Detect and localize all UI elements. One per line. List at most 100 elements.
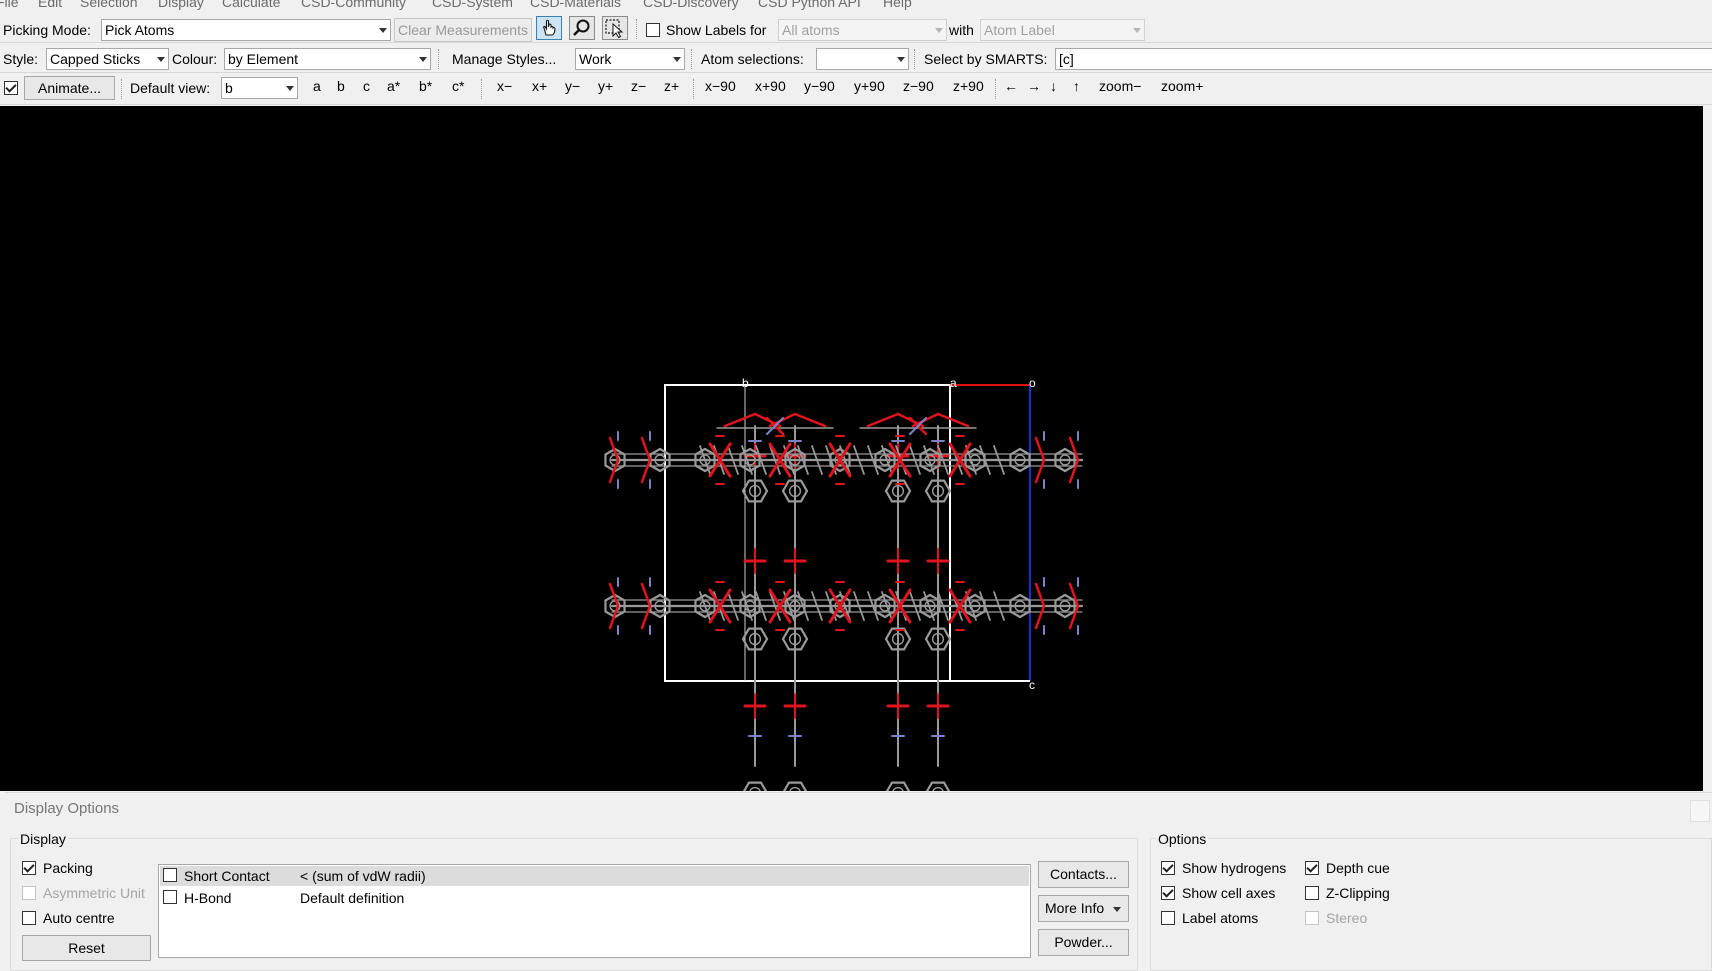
smarts-value: [c] [1059, 51, 1074, 67]
menu-csd-python-api[interactable]: CSD Python API [758, 0, 861, 10]
rotate-z-plus-button[interactable]: z+ [664, 78, 679, 94]
h-bond-checkbox[interactable] [163, 890, 177, 904]
rotate-y-plus-90-button[interactable]: y+90 [854, 78, 885, 94]
style-select[interactable]: Capped Sticks [46, 48, 169, 70]
show-labels-select[interactable]: All atoms [778, 19, 947, 41]
packing-checkbox[interactable] [22, 861, 36, 875]
panel-close-button[interactable] [1690, 800, 1710, 822]
menu-csd-community[interactable]: CSD-Community [301, 0, 406, 10]
view-c-button[interactable]: c [363, 78, 370, 94]
rotate-y-minus-90-button[interactable]: y−90 [804, 78, 835, 94]
short-contact-definition[interactable]: < (sum of vdW radii) [300, 867, 426, 885]
bond-stick [759, 479, 769, 493]
arrow-down-icon[interactable]: ↓ [1050, 78, 1057, 94]
arrow-up-icon[interactable]: ↑ [1073, 78, 1080, 94]
asymmetric-unit-checkbox[interactable] [22, 886, 36, 900]
pick-hand-button[interactable] [536, 16, 562, 40]
toolbar-separator [995, 79, 997, 99]
default-view-select[interactable]: b [221, 77, 298, 99]
bond-stick [884, 637, 894, 651]
select-cursor-button[interactable] [602, 16, 628, 40]
menu-selection[interactable]: Selection [80, 0, 138, 10]
work-value: Work [579, 51, 612, 67]
more-info-button[interactable]: More Info [1038, 895, 1129, 922]
view-a-star-button[interactable]: a* [387, 78, 400, 94]
rotate-z-plus-90-button[interactable]: z+90 [953, 78, 984, 94]
bond-stick [741, 489, 751, 503]
menu-edit[interactable]: Edit [38, 0, 62, 10]
rotate-x-plus-button[interactable]: x+ [532, 78, 547, 94]
rotate-x-plus-90-button[interactable]: x+90 [755, 78, 786, 94]
menu-file[interactable]: File [0, 0, 19, 10]
animate-checkbox[interactable] [4, 81, 18, 95]
short-contact-checkbox[interactable] [163, 868, 177, 882]
contacts-button[interactable]: Contacts... [1038, 861, 1129, 888]
animate-button[interactable]: Animate... [24, 76, 115, 100]
bond-stick [741, 627, 751, 641]
h-bond-name[interactable]: H-Bond [184, 889, 231, 907]
stereo-checkbox[interactable] [1305, 911, 1319, 925]
picking-mode-select[interactable]: Pick Atoms [101, 19, 391, 41]
colour-value: by Element [228, 51, 299, 67]
menu-csd-materials[interactable]: CSD-Materials [530, 0, 621, 10]
view-c-star-button[interactable]: c* [452, 78, 464, 94]
toolbar-separator [121, 79, 123, 99]
show-labels-checkbox[interactable] [646, 23, 660, 37]
powder-button[interactable]: Powder... [1038, 929, 1129, 956]
smarts-label: Select by SMARTS: [924, 51, 1048, 67]
manage-styles-button[interactable]: Manage Styles... [452, 50, 556, 68]
z-clipping-checkbox[interactable] [1305, 886, 1319, 900]
arrow-right-icon[interactable]: → [1027, 78, 1041, 94]
menu-display[interactable]: Display [158, 0, 204, 10]
bond-stick [924, 627, 934, 641]
menu-calculate[interactable]: Calculate [222, 0, 280, 10]
label-type-select[interactable]: Atom Label [980, 19, 1145, 41]
auto-centre-checkbox[interactable] [22, 911, 36, 925]
chevron-down-icon [379, 28, 387, 33]
depth-cue-checkbox[interactable] [1305, 861, 1319, 875]
zoom-out-button[interactable]: zoom− [1099, 78, 1141, 94]
work-select[interactable]: Work [575, 48, 685, 70]
menu-csd-system[interactable]: CSD-System [432, 0, 513, 10]
label-atoms-checkbox[interactable] [1161, 911, 1175, 925]
list-item-selected [160, 866, 1029, 886]
bond-stick [799, 479, 809, 493]
bond-stick [884, 781, 894, 795]
clear-measurements-button[interactable]: Clear Measurements [394, 18, 532, 42]
toolbar-separator [636, 19, 638, 39]
reset-button[interactable]: Reset [22, 935, 151, 961]
bond-stick [924, 489, 934, 503]
zoom-in-button[interactable]: zoom+ [1161, 78, 1203, 94]
bond-stick [723, 412, 757, 428]
menu-csd-discovery[interactable]: CSD-Discovery [643, 0, 739, 10]
show-cell-axes-checkbox[interactable] [1161, 886, 1175, 900]
arrow-left-icon[interactable]: ← [1004, 78, 1018, 94]
structure-viewer[interactable]: b a o c [0, 106, 1703, 864]
smarts-input[interactable]: [c] [1055, 48, 1712, 70]
rotate-x-minus-button[interactable]: x− [497, 78, 512, 94]
view-b-star-button[interactable]: b* [419, 78, 432, 94]
show-hydrogens-checkbox[interactable] [1161, 861, 1175, 875]
rotate-z-minus-90-button[interactable]: z−90 [903, 78, 934, 94]
contacts-list[interactable] [158, 864, 1031, 958]
zoom-magnifier-button[interactable] [569, 16, 595, 40]
colour-select[interactable]: by Element [224, 48, 431, 70]
rotate-z-minus-button[interactable]: z− [631, 78, 646, 94]
view-b-button[interactable]: b [337, 78, 345, 94]
view-a-button[interactable]: a [313, 78, 321, 94]
crystal-structure-canvas[interactable]: b a o c [0, 106, 1703, 864]
packing-label: Packing [43, 860, 93, 876]
bond-stick [741, 637, 751, 651]
depth-cue-label: Depth cue [1326, 860, 1390, 876]
rotate-y-minus-button[interactable]: y− [565, 78, 580, 94]
default-view-label: Default view: [130, 80, 211, 96]
short-contact-name[interactable]: Short Contact [184, 867, 270, 885]
h-bond-definition[interactable]: Default definition [300, 889, 404, 907]
menu-help[interactable]: Help [883, 0, 912, 10]
viewer-scrollbar[interactable] [1703, 106, 1712, 791]
options-group-title: Options [1156, 830, 1209, 848]
rotate-x-minus-90-button[interactable]: x−90 [705, 78, 736, 94]
atom-selections-select[interactable] [816, 48, 909, 70]
colour-label: Colour: [172, 51, 218, 67]
rotate-y-plus-button[interactable]: y+ [598, 78, 613, 94]
